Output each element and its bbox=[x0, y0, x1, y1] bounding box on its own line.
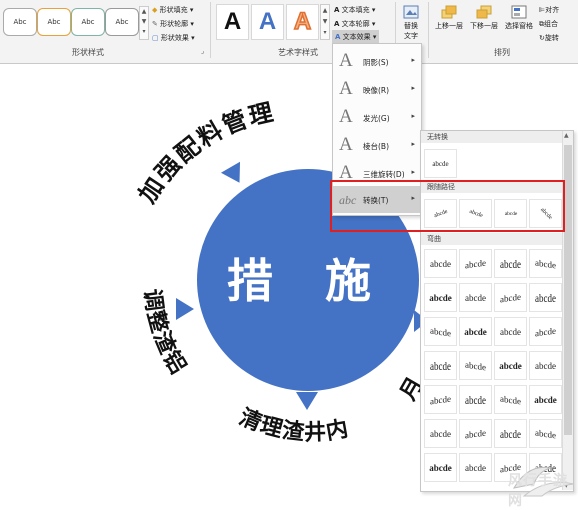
warp-option-2-1-sample: abcde bbox=[429, 292, 452, 303]
bottom-arc-text: 清理渣井内渣 bbox=[0, 0, 351, 446]
bevel-icon: A bbox=[339, 134, 353, 155]
warp-option-2-3[interactable]: abcde bbox=[494, 283, 527, 312]
warp-option-4-4[interactable]: abcde bbox=[529, 351, 562, 380]
no-transform-sample: abcde bbox=[432, 159, 449, 168]
warp-option-3-1-sample: abcde bbox=[430, 325, 451, 338]
warp-option-6-2-sample: abcde bbox=[465, 427, 486, 440]
warp-option-7-1-sample: abcde bbox=[429, 462, 452, 473]
submenu-arrow-icon: ▸ bbox=[411, 56, 415, 64]
warp-option-1-4[interactable]: abcde bbox=[529, 249, 562, 278]
submenu-arrow-icon: ▸ bbox=[411, 84, 415, 92]
menu-item-glow[interactable]: A 发光(G) ▸ bbox=[333, 104, 421, 130]
warp-option-4-3[interactable]: abcde bbox=[494, 351, 527, 380]
warp-option-1-3[interactable]: abcde bbox=[494, 249, 527, 278]
warp-option-2-2[interactable]: abcde bbox=[459, 283, 492, 312]
no-transform-option[interactable]: abcde bbox=[424, 149, 457, 178]
warp-option-1-4-sample: abcde bbox=[535, 257, 556, 270]
warp-option-5-4-sample: abcde bbox=[534, 394, 557, 405]
warp-option-2-4-sample: abcde bbox=[535, 291, 556, 304]
warp-option-5-2-sample: abcde bbox=[465, 393, 486, 406]
warp-option-1-3-sample: abcde bbox=[500, 257, 521, 270]
warp-option-4-2[interactable]: abcde bbox=[459, 351, 492, 380]
warp-option-4-3-sample: abcde bbox=[499, 360, 522, 371]
warp-option-2-1[interactable]: abcde bbox=[424, 283, 457, 312]
warp-option-3-3-sample: abcde bbox=[500, 326, 521, 337]
warp-option-6-1-sample: abcde bbox=[430, 428, 451, 439]
warp-option-7-2-sample: abcde bbox=[465, 462, 486, 473]
submenu-arrow-icon: ▸ bbox=[411, 112, 415, 120]
scroll-up-icon[interactable]: ▲ bbox=[564, 132, 569, 139]
warp-option-1-2[interactable]: abcde bbox=[459, 249, 492, 278]
warp-option-2-4[interactable]: abcde bbox=[529, 283, 562, 312]
menu-item-label: 映像(R) bbox=[363, 86, 390, 95]
submenu-arrow-icon: ▸ bbox=[411, 168, 415, 176]
warp-option-6-4-sample: abcde bbox=[535, 427, 556, 440]
warp-option-3-1[interactable]: abcde bbox=[424, 317, 457, 346]
gallery-scrollbar-thumb[interactable] bbox=[564, 145, 572, 435]
warp-option-4-1[interactable]: abcde bbox=[424, 351, 457, 380]
shadow-icon: A bbox=[339, 50, 353, 71]
menu-item-label: 发光(G) bbox=[363, 114, 390, 123]
submenu-arrow-icon: ▸ bbox=[411, 140, 415, 148]
warp-option-6-4[interactable]: abcde bbox=[529, 419, 562, 448]
menu-item-label: 阴影(S) bbox=[363, 58, 389, 67]
menu-item-shadow[interactable]: A 阴影(S) ▸ bbox=[333, 48, 421, 74]
warp-option-6-3[interactable]: abcde bbox=[494, 419, 527, 448]
menu-item-label: 棱台(B) bbox=[363, 142, 389, 151]
watermark-text: 风行手游网 bbox=[508, 473, 568, 509]
warp-option-3-3[interactable]: abcde bbox=[494, 317, 527, 346]
warp-option-5-2[interactable]: abcde bbox=[459, 385, 492, 414]
warp-option-6-3-sample: abcde bbox=[500, 427, 521, 440]
menu-item-bevel[interactable]: A 棱台(B) ▸ bbox=[333, 132, 421, 158]
menu-item-reflection[interactable]: A 映像(R) ▸ bbox=[333, 76, 421, 102]
warp-option-2-2-sample: abcde bbox=[465, 292, 486, 303]
highlight-box bbox=[330, 180, 565, 232]
warp-option-2-3-sample: abcde bbox=[500, 291, 521, 304]
warp-option-1-1[interactable]: abcde bbox=[424, 249, 457, 278]
top-arc-text: 加强配料管理 bbox=[133, 98, 277, 208]
warp-option-3-4[interactable]: abcde bbox=[529, 317, 562, 346]
warp-option-7-2[interactable]: abcde bbox=[459, 453, 492, 482]
warp-option-3-4-sample: abcde bbox=[535, 325, 556, 338]
glow-icon: A bbox=[339, 106, 353, 127]
warp-option-6-2[interactable]: abcde bbox=[459, 419, 492, 448]
warp-header: 弯曲 bbox=[421, 233, 567, 245]
no-transform-header: 无转换 bbox=[421, 131, 567, 143]
warp-option-5-3[interactable]: abcde bbox=[494, 385, 527, 414]
warp-option-7-1[interactable]: abcde bbox=[424, 453, 457, 482]
warp-option-5-4[interactable]: abcde bbox=[529, 385, 562, 414]
warp-option-4-2-sample: abcde bbox=[465, 359, 486, 372]
warp-option-5-3-sample: abcde bbox=[500, 393, 521, 406]
menu-item-label: 三维旋转(D) bbox=[363, 170, 405, 179]
warp-option-4-4-sample: abcde bbox=[535, 360, 556, 371]
warp-option-3-2[interactable]: abcde bbox=[459, 317, 492, 346]
warp-option-1-2-sample: abcde bbox=[465, 257, 486, 270]
left-arc-text: 调整渣铝 bbox=[139, 288, 192, 380]
reflection-icon: A bbox=[339, 78, 353, 99]
warp-option-1-1-sample: abcde bbox=[430, 258, 451, 269]
warp-option-5-1[interactable]: abcde bbox=[424, 385, 457, 414]
warp-option-4-1-sample: abcde bbox=[430, 359, 451, 372]
warp-option-5-1-sample: abcde bbox=[430, 393, 451, 406]
warp-option-3-2-sample: abcde bbox=[464, 326, 487, 337]
warp-option-6-1[interactable]: abcde bbox=[424, 419, 457, 448]
